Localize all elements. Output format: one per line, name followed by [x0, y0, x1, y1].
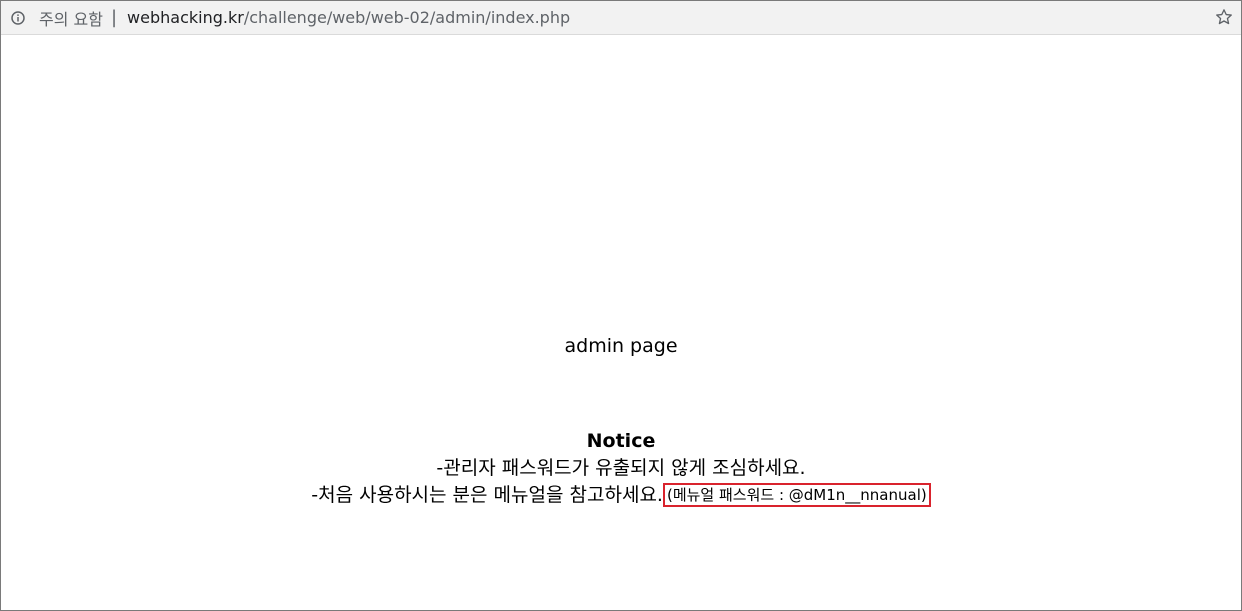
url-path: /challenge/web/web-02/admin/index.php: [243, 8, 571, 27]
address-bar[interactable]: 주의 요함 | webhacking.kr/challenge/web/web-…: [1, 1, 1241, 35]
page-content: admin page Notice -관리자 패스워드가 유출되지 않게 조심하…: [1, 35, 1241, 610]
bookmark-star-icon[interactable]: [1215, 8, 1233, 26]
url-field[interactable]: webhacking.kr/challenge/web/web-02/admin…: [127, 8, 570, 27]
notice-line-manual-text: -처음 사용하시는 분은 메뉴얼을 참고하세요.: [311, 484, 663, 506]
manual-password-hint: (메뉴얼 패스워드 : @dM1n__nnanual): [662, 483, 931, 507]
info-icon[interactable]: [11, 10, 25, 25]
browser-window: 주의 요함 | webhacking.kr/challenge/web/web-…: [0, 0, 1242, 611]
notice-line-password-warning: -관리자 패스워드가 유출되지 않게 조심하세요.: [436, 457, 806, 479]
address-separator: |: [110, 7, 118, 28]
notice-block: Notice -관리자 패스워드가 유출되지 않게 조심하세요. -처음 사용하…: [1, 428, 1241, 509]
security-warning-label[interactable]: 주의 요함: [39, 6, 103, 30]
url-host: webhacking.kr: [127, 8, 244, 27]
notice-line-manual: -처음 사용하시는 분은 메뉴얼을 참고하세요. (메뉴얼 패스워드 : @dM1…: [1, 482, 1241, 509]
page-title: admin page: [564, 335, 678, 357]
notice-heading: Notice: [586, 430, 656, 452]
